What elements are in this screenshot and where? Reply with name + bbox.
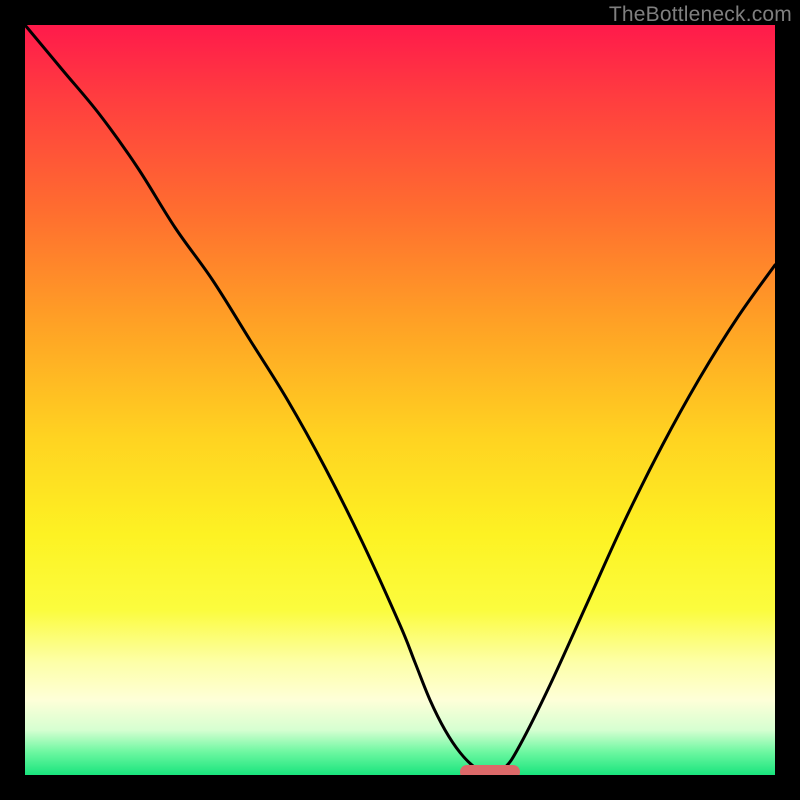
outer-frame: TheBottleneck.com — [0, 0, 800, 800]
plot-area — [25, 25, 775, 775]
optimal-range-marker — [460, 765, 520, 775]
watermark-text: TheBottleneck.com — [609, 3, 792, 27]
bottleneck-curve — [25, 25, 775, 775]
